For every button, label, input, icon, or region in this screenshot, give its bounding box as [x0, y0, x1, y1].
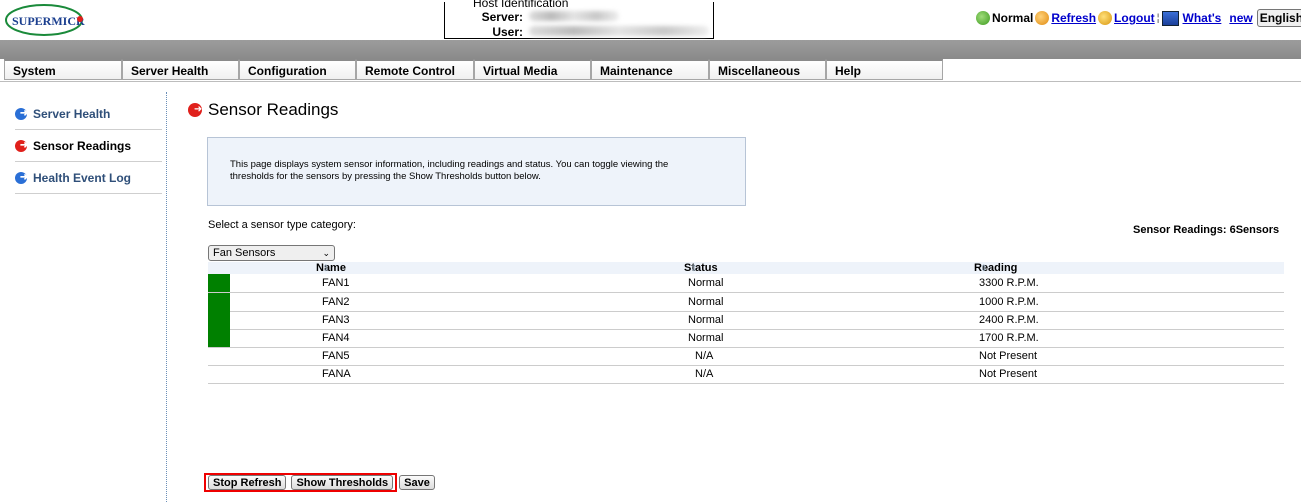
stop-refresh-button[interactable]: Stop Refresh: [208, 475, 287, 490]
info-text: This page displays system sensor informa…: [230, 159, 669, 182]
sensor-reading: 1000 R.P.M.: [979, 296, 1039, 308]
arrow-right-icon: ➜: [15, 107, 28, 120]
supermicro-logo: SUPERMICR: [4, 2, 86, 38]
logo-text: SUPERMICR: [12, 14, 85, 28]
sensor-status: Normal: [688, 332, 724, 344]
table-row: FAN3 Normal 2400 R.P.M.: [208, 311, 1284, 330]
sort-icon: ⇕: [690, 263, 698, 273]
sensor-status: Normal: [688, 277, 724, 289]
table-row: FAN1 Normal 3300 R.P.M.: [208, 274, 1284, 293]
sensor-status: N/A: [695, 368, 714, 380]
sensor-name: FAN4: [322, 332, 350, 344]
sidebar-item-server-health[interactable]: ➜ Server Health: [15, 98, 162, 130]
separator-icon: ¦: [1156, 12, 1160, 24]
sensor-count: Sensor Readings: 6Sensors: [1133, 224, 1280, 236]
host-identification-title: Host Identification: [473, 0, 569, 10]
sensor-reading: 2400 R.P.M.: [979, 314, 1039, 326]
table-row: FAN5 N/A Not Present: [208, 347, 1284, 366]
sensor-name: FAN1: [322, 277, 350, 289]
sensor-status: Normal: [688, 296, 724, 308]
save-button[interactable]: Save: [399, 475, 435, 490]
sensor-status: Normal: [688, 314, 724, 326]
new-link[interactable]: new: [1229, 11, 1252, 25]
arrow-right-icon: ➜: [15, 171, 28, 184]
top-toolbar: Normal Refresh Logout ¦ What's new Engli…: [976, 9, 1301, 27]
sidebar-item-label: Health Event Log: [33, 170, 132, 185]
table-header: Name ⇕ Status ⇕ Reading ⇕: [208, 262, 1284, 274]
whats-new-link[interactable]: What's: [1183, 11, 1222, 25]
show-thresholds-button[interactable]: Show Thresholds: [291, 475, 394, 490]
server-label: Server:: [481, 10, 523, 24]
sensor-type-select[interactable]: Fan Sensors ⌄: [208, 245, 335, 261]
sidebar-item-sensor-readings[interactable]: ➜ Sensor Readings: [15, 130, 162, 162]
arrow-right-icon: ➜: [15, 139, 28, 152]
nav-configuration[interactable]: Configuration: [239, 59, 356, 80]
sensor-type-value: Fan Sensors: [213, 247, 276, 259]
language-value: English: [1259, 11, 1301, 25]
table-row: FAN2 Normal 1000 R.P.M.: [208, 293, 1284, 312]
sensor-status: N/A: [695, 350, 714, 362]
nav-miscellaneous[interactable]: Miscellaneous: [709, 59, 826, 80]
sort-icon: ⇕: [980, 263, 988, 273]
page-title-text: Sensor Readings: [208, 100, 339, 119]
nav-maintenance[interactable]: Maintenance: [591, 59, 709, 80]
logout-icon[interactable]: [1098, 11, 1113, 25]
sensor-type-label: Select a sensor type category:: [208, 219, 356, 231]
user-value-redacted: [529, 26, 709, 36]
status-indicator-ok: [208, 293, 230, 311]
host-identification: Host Identification Server: User:: [444, 0, 714, 39]
sensor-name: FANA: [322, 368, 351, 380]
table-row: FANA N/A Not Present: [208, 365, 1284, 384]
highlight-box: Stop Refresh Show Thresholds: [204, 473, 398, 492]
nav-help[interactable]: Help: [826, 59, 943, 80]
main-nav: System Server Health Configuration Remot…: [0, 59, 1301, 82]
sensor-reading: Not Present: [979, 350, 1038, 362]
server-value-redacted: [529, 11, 619, 21]
check-circle-icon: [976, 11, 990, 25]
header-divider-bar: [0, 40, 1301, 59]
sidebar-item-label: Sensor Readings: [33, 138, 132, 153]
monitor-icon[interactable]: [1161, 10, 1179, 26]
nav-remote-control[interactable]: Remote Control: [356, 59, 474, 80]
refresh-icon[interactable]: [1035, 11, 1050, 25]
status-indicator-ok: [208, 329, 230, 347]
chevron-down-icon: ⌄: [322, 247, 330, 258]
nav-virtual-media[interactable]: Virtual Media: [474, 59, 591, 80]
nav-system[interactable]: System: [4, 59, 122, 80]
status-indicator-ok: [208, 311, 230, 329]
user-label: User:: [492, 25, 523, 39]
table-row: FAN4 Normal 1700 R.P.M.: [208, 329, 1284, 348]
refresh-link[interactable]: Refresh: [1051, 11, 1096, 25]
sidebar-item-health-event-log[interactable]: ➜ Health Event Log: [15, 162, 162, 194]
sensor-name: FAN2: [322, 296, 350, 308]
sensor-reading: 1700 R.P.M.: [979, 332, 1039, 344]
sidebar: ➜ Server Health ➜ Sensor Readings ➜ Heal…: [0, 92, 167, 502]
sensor-name: FAN5: [322, 350, 350, 362]
sensor-reading: Not Present: [979, 368, 1038, 380]
info-box: This page displays system sensor informa…: [207, 137, 746, 206]
logout-link[interactable]: Logout: [1114, 11, 1155, 25]
arrow-right-icon: ➜: [188, 103, 202, 117]
status-text: Normal: [992, 11, 1034, 25]
sort-icon: ⇕: [322, 263, 330, 273]
nav-server-health[interactable]: Server Health: [122, 59, 239, 80]
sensor-reading: 3300 R.P.M.: [979, 277, 1039, 289]
status-indicator-ok: [208, 274, 230, 292]
language-select[interactable]: English ⌄: [1256, 9, 1301, 27]
sidebar-item-label: Server Health: [33, 106, 111, 121]
action-buttons: Stop Refresh Show Thresholds Save: [204, 472, 435, 493]
page-title: ➜ Sensor Readings: [188, 100, 338, 120]
sensor-name: FAN3: [322, 314, 350, 326]
